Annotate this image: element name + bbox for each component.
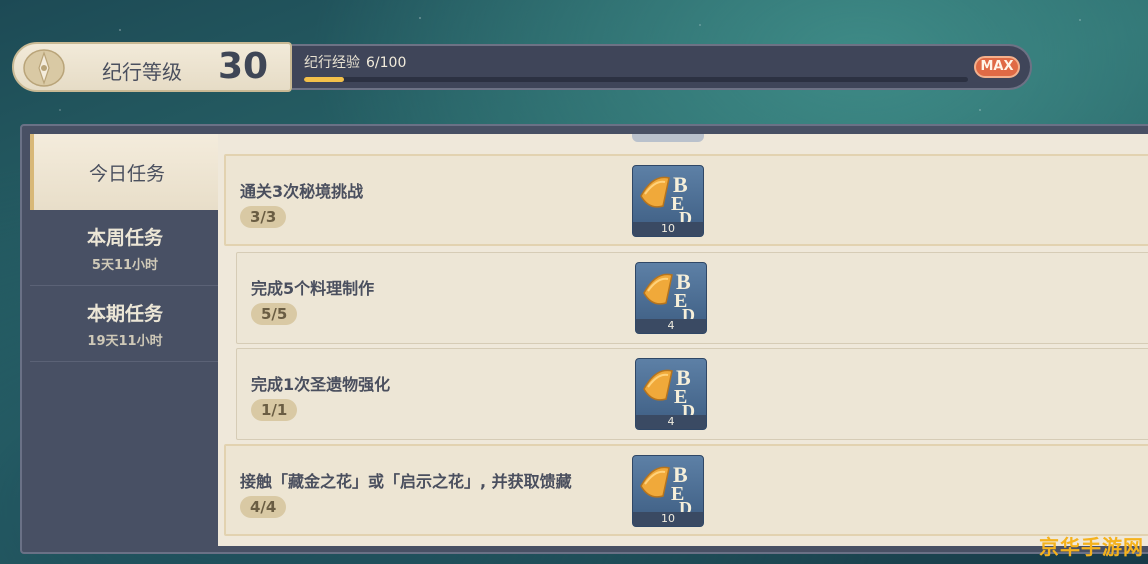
scroll-indicator: [632, 134, 704, 142]
level-label: 纪行等级: [102, 60, 182, 84]
battle-pass-exp-icon: B E D: [643, 269, 695, 325]
reward-item[interactable]: B E D 10: [632, 455, 704, 527]
task-progress: 1/1: [251, 399, 298, 421]
exp-progress-track: [304, 77, 968, 82]
tab-title: 本期任务: [86, 302, 163, 325]
exp-progress-fill: [304, 77, 344, 82]
tab-timer: 19天11小时: [87, 333, 163, 349]
task-title: 完成1次圣遗物强化: [251, 375, 391, 394]
exp-bar: 纪行经验 6/100 MAX: [292, 44, 1032, 90]
tab-weekly[interactable]: 本周任务 5天11小时: [30, 210, 220, 286]
tab-daily[interactable]: 今日任务: [30, 134, 220, 210]
max-button[interactable]: MAX: [974, 56, 1020, 78]
reward-count: 10: [633, 222, 703, 236]
reward-item[interactable]: B E D 4: [635, 262, 707, 334]
task-progress: 4/4: [240, 496, 287, 518]
reward-count: 10: [633, 512, 703, 526]
level-value: 30: [218, 46, 269, 87]
task-progress: 3/3: [240, 206, 287, 228]
task-title: 完成5个料理制作: [251, 279, 375, 298]
level-plate: 纪行等级 30: [12, 42, 292, 92]
reward-item[interactable]: B E D 4: [635, 358, 707, 430]
mission-panel: 今日任务 本周任务 5天11小时 本期任务 19天11小时 通关3次秘境挑战 3…: [20, 124, 1148, 554]
reward-count: 4: [636, 319, 706, 333]
exp-text: 纪行经验 6/100: [304, 52, 406, 72]
tab-title: 今日任务: [88, 162, 165, 185]
battle-pass-emblem-icon: [18, 47, 70, 89]
task-title: 通关3次秘境挑战: [240, 182, 364, 201]
mission-list[interactable]: 通关3次秘境挑战 3/3 B E D 10 完成5个料理制作 5/5 B E D…: [218, 134, 1148, 546]
exp-label: 纪行经验: [304, 55, 360, 71]
battle-pass-exp-icon: B E D: [640, 462, 692, 518]
exp-value: 6/100: [366, 55, 407, 71]
tab-title: 本周任务: [86, 226, 163, 249]
reward-item[interactable]: B E D 10: [632, 165, 704, 237]
list-item[interactable]: 完成1次圣遗物强化 1/1 B E D 4: [236, 348, 1148, 440]
list-item[interactable]: 完成5个料理制作 5/5 B E D 4: [236, 252, 1148, 344]
list-item[interactable]: 接触「藏金之花」或「启示之花」, 并获取馈藏 4/4 B E D 10: [224, 444, 1148, 536]
watermark: 京华手游网: [1039, 535, 1144, 559]
tab-timer: 5天11小时: [91, 257, 159, 273]
battle-pass-exp-icon: B E D: [640, 172, 692, 228]
battle-pass-exp-icon: B E D: [643, 365, 695, 421]
reward-count: 4: [636, 415, 706, 429]
task-progress: 5/5: [251, 303, 298, 325]
tab-season[interactable]: 本期任务 19天11小时: [30, 286, 220, 362]
mission-sidebar: 今日任务 本周任务 5天11小时 本期任务 19天11小时: [30, 134, 220, 546]
task-title: 接触「藏金之花」或「启示之花」, 并获取馈藏: [240, 472, 572, 491]
list-item[interactable]: 通关3次秘境挑战 3/3 B E D 10: [224, 154, 1148, 246]
